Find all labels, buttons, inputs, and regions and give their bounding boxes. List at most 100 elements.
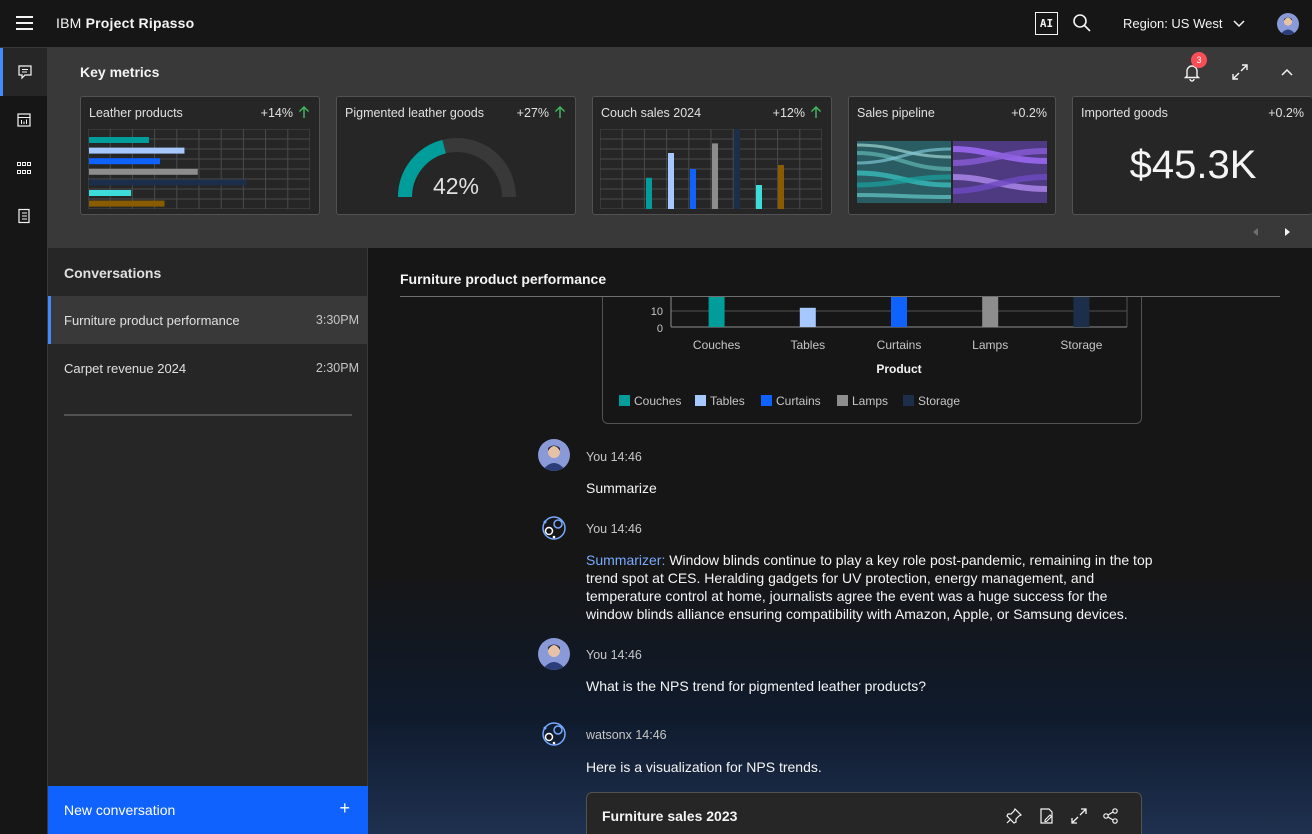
bar[interactable] [982, 295, 999, 327]
conversation-time: 3:30PM [315, 313, 359, 327]
rail-chat[interactable] [0, 48, 47, 96]
metric-card-pigmented-leather[interactable]: Pigmented leather goods +27% 42% [336, 96, 576, 215]
arrow-up-icon [555, 106, 565, 118]
bar[interactable] [799, 307, 816, 327]
maximize-icon[interactable] [1231, 63, 1249, 81]
product-chart-card: 10 0 Couches Tables Curtains Lamps Storage Prod… [602, 295, 1142, 424]
product-bar-chart: 10 0 Couches Tables Curtains Lamps Storage Prod… [619, 295, 1128, 408]
message-meta: You 14:46 [586, 522, 642, 536]
message-text: Summarize [586, 480, 657, 496]
x-tick-label: Tables [790, 338, 825, 352]
user-avatar[interactable] [1277, 13, 1299, 35]
chevron-down-icon[interactable] [1232, 17, 1246, 31]
legend-label[interactable]: Storage [918, 394, 960, 408]
metric-card-sales-pipeline[interactable]: Sales pipeline +0.2% [848, 96, 1056, 215]
bar[interactable] [891, 295, 907, 327]
notification-badge: 3 [1191, 52, 1207, 68]
conversation-time: 2:30PM [315, 361, 359, 375]
legend-swatch [619, 395, 630, 406]
summarizer-label[interactable]: Summarizer: [586, 552, 665, 568]
bar [712, 143, 718, 209]
message-text: Here is a visualization for NPS trends. [586, 759, 822, 775]
legend-swatch [695, 395, 706, 406]
bar [778, 165, 784, 209]
card-delta: +12% [772, 106, 805, 120]
x-tick-label: Curtains [877, 338, 922, 352]
bar[interactable] [708, 295, 725, 327]
bar[interactable] [1073, 295, 1090, 327]
flow-icon [16, 162, 31, 174]
legend-label[interactable]: Couches [634, 394, 681, 408]
sankey-chart [857, 141, 1047, 203]
brand-prefix: IBM [56, 15, 82, 31]
sales-card-title: Furniture sales 2023 [602, 808, 738, 824]
legend-swatch [903, 395, 914, 406]
report-icon [16, 113, 31, 127]
new-conversation-button[interactable]: New conversation + [48, 786, 368, 834]
bar [668, 153, 674, 209]
y-tick-label: 0 [657, 323, 663, 335]
new-conversation-label: New conversation [64, 802, 176, 818]
message-text: What is the NPS trend for pigmented leat… [586, 678, 927, 694]
region-selector-label[interactable]: Region: US West [1123, 16, 1222, 31]
card-title: Imported goods [1081, 106, 1168, 120]
summary-text: Window blinds continue to play a key rol… [586, 552, 1153, 622]
title-divider [400, 296, 1280, 297]
maximize-icon[interactable] [1070, 807, 1088, 825]
brand-name: Project Ripasso [85, 15, 195, 31]
rail-flows[interactable] [0, 144, 47, 192]
legend-label[interactable]: Tables [710, 394, 745, 408]
add-icon: + [339, 798, 350, 818]
search-icon[interactable] [1072, 13, 1092, 33]
conversation-item[interactable]: Furniture product performance 3:30PM [48, 296, 367, 344]
chevron-up-icon[interactable] [1279, 65, 1295, 79]
app-brand[interactable]: IBM Project Ripasso [56, 15, 194, 31]
metric-card-imported-goods[interactable]: Imported goods +0.2% $45.3K [1072, 96, 1312, 215]
bar [89, 200, 165, 207]
message-meta: You 14:46 [586, 648, 642, 662]
caret-right-icon[interactable] [1284, 227, 1292, 237]
caret-left-icon[interactable] [1251, 227, 1259, 237]
rail-notes[interactable] [0, 192, 47, 240]
conversation-item[interactable]: Carpet revenue 2024 2:30PM [48, 344, 367, 392]
ai-label-button[interactable]: AI [1035, 12, 1058, 35]
x-tick-label: Storage [1060, 338, 1102, 352]
bar [89, 158, 161, 165]
couch-sales-bar-chart [600, 129, 822, 209]
divider [64, 414, 352, 416]
metric-card-couch-sales[interactable]: Couch sales 2024 +12% [592, 96, 832, 215]
metric-card-leather-products[interactable]: Leather products +14% [80, 96, 320, 215]
furniture-sales-card: Furniture sales 2023 [586, 792, 1142, 834]
conversation-label: Furniture product performance [64, 313, 240, 328]
bar [89, 190, 132, 196]
card-delta: +27% [516, 106, 549, 120]
chat-title: Furniture product performance [400, 271, 607, 287]
card-title: Pigmented leather goods [345, 106, 484, 120]
bar [89, 147, 185, 154]
leather-products-bar-chart [88, 129, 310, 209]
key-metrics-title: Key metrics [80, 64, 160, 80]
notebook-icon [17, 208, 30, 224]
bar [89, 179, 247, 186]
card-title: Sales pipeline [857, 106, 935, 120]
legend-label[interactable]: Curtains [776, 394, 821, 408]
card-title: Couch sales 2024 [601, 106, 702, 120]
bar [646, 177, 652, 209]
top-header [0, 0, 1312, 48]
pin-icon[interactable] [1005, 807, 1023, 825]
bar [734, 129, 740, 209]
gauge-value: 42% [432, 173, 480, 199]
menu-icon[interactable] [16, 16, 33, 30]
legend-label[interactable]: Lamps [852, 394, 888, 408]
rail-reports[interactable] [0, 96, 47, 144]
card-delta: +0.2% [1011, 106, 1047, 120]
share-icon[interactable] [1102, 807, 1120, 825]
message-meta: watsonx 14:46 [586, 728, 667, 742]
user-avatar [538, 439, 570, 471]
arrow-up-icon [811, 106, 821, 118]
edit-document-icon[interactable] [1038, 807, 1056, 825]
legend-swatch [761, 395, 772, 406]
conversation-label: Carpet revenue 2024 [64, 361, 187, 376]
bar [89, 168, 198, 175]
bar [690, 169, 696, 209]
